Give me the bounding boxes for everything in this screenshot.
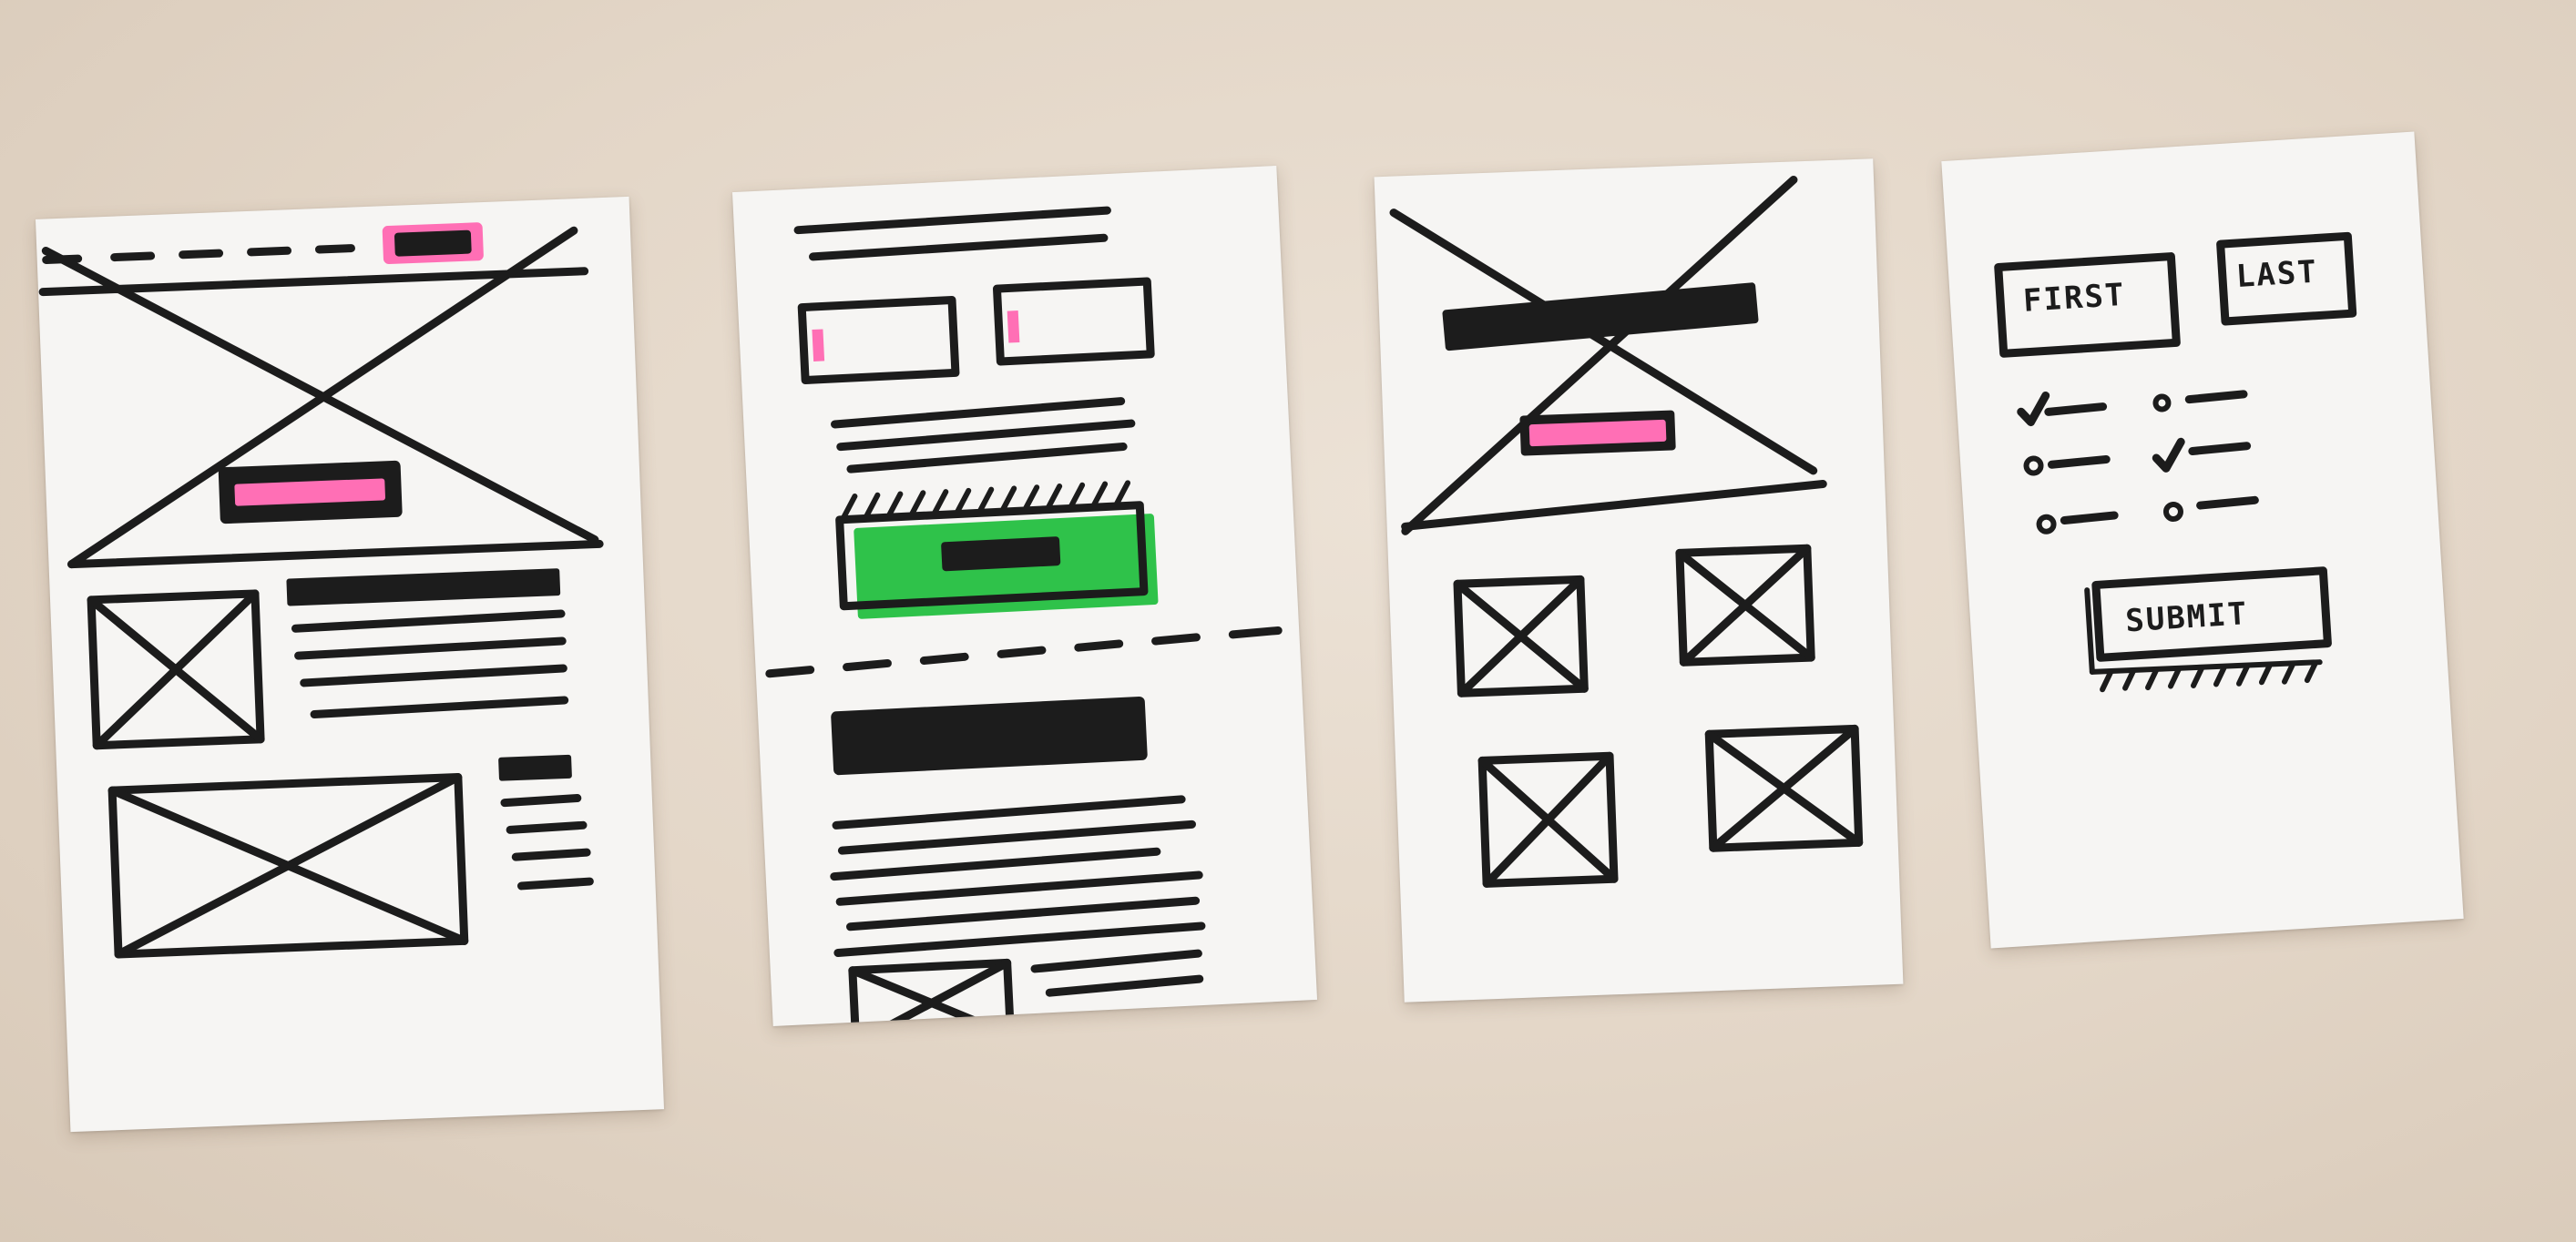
footer-text-lines [1030,949,1204,997]
landing-sketch [38,222,604,959]
wireframe-card-landing [35,196,665,1133]
submit-button: SUBMIT [2084,566,2332,693]
form-sketch: FIRST LAST SUBMIT [1994,231,2357,693]
input-field-left [797,296,960,384]
first-label: FIRST [2022,277,2127,320]
last-label: LAST [2235,254,2319,296]
article-sketch [765,206,1283,1027]
intro-text-lines [793,206,1111,261]
wireframe-card-form: FIRST LAST SUBMIT [1941,131,2464,949]
wireframe-card-article [731,165,1318,1027]
hero-cta-button [218,460,403,524]
last-name-field: LAST [2216,231,2357,326]
gallery-sketch [1389,175,1864,888]
input-field-right [992,277,1155,366]
primary-button-hatched [835,480,1159,619]
content-text-1 [286,568,569,719]
gallery-thumb-3 [1477,751,1619,888]
content-text-2 [498,754,594,891]
hero-image-placeholder [1389,175,1827,535]
hero-cta-button [1519,410,1676,456]
first-name-field: FIRST [1994,252,2181,358]
gallery-thumb-1 [1453,575,1589,697]
section-heading-block [831,696,1148,776]
checkbox-options [2017,390,2259,534]
section-divider-dashes [765,626,1283,678]
body-text-lines-1 [831,397,1136,473]
gallery-thumb-4 [1704,724,1864,852]
body-text-lines-2 [830,795,1206,957]
submit-label: SUBMIT [2124,596,2249,639]
footer-image-placeholder [848,958,1016,1027]
gallery-thumb-2 [1675,544,1815,667]
wireframe-card-gallery [1374,158,1904,1003]
content-image-2 [107,773,469,959]
content-image-1 [87,589,265,750]
nav-cta-button [382,222,484,265]
nav-dashes [42,244,355,264]
